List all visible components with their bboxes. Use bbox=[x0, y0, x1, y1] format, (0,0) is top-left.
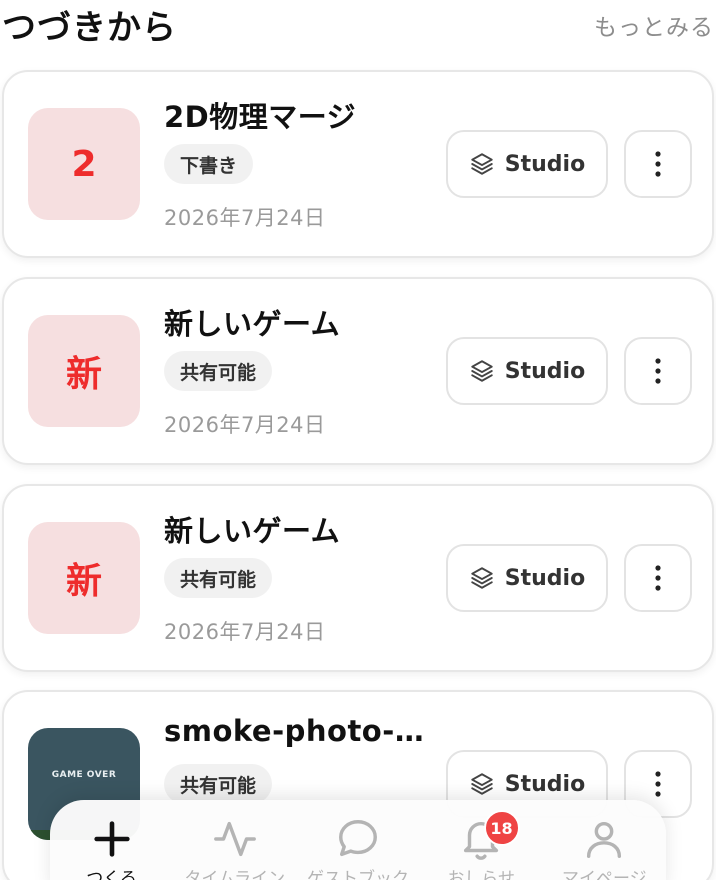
thumbnail-text: 2 bbox=[71, 143, 97, 185]
project-thumbnail: 新 bbox=[28, 522, 140, 634]
project-card[interactable]: 新 新しいゲーム 共有可能 2026年7月24日 Studio bbox=[2, 484, 714, 672]
studio-button-label: Studio bbox=[504, 358, 586, 384]
project-date: 2026年7月24日 bbox=[164, 413, 326, 437]
tab-mypage[interactable]: マイページ bbox=[543, 800, 666, 880]
more-options-button[interactable] bbox=[624, 544, 692, 612]
tab-label: ゲストブック bbox=[306, 869, 409, 880]
more-options-button[interactable] bbox=[624, 130, 692, 198]
more-vertical-icon bbox=[655, 771, 661, 797]
studio-button-label: Studio bbox=[504, 565, 586, 591]
status-badge: 共有可能 bbox=[164, 351, 273, 391]
studio-button-label: Studio bbox=[504, 771, 586, 797]
thumbnail-text: 新 bbox=[65, 561, 102, 602]
more-vertical-icon bbox=[655, 358, 661, 384]
layers-icon bbox=[471, 567, 493, 589]
tab-label: タイムライン bbox=[184, 869, 286, 880]
layers-icon bbox=[471, 360, 493, 382]
user-icon bbox=[587, 821, 622, 858]
tab-timeline[interactable]: タイムライン bbox=[173, 800, 296, 880]
tab-label: おしらせ bbox=[447, 869, 515, 880]
open-studio-button[interactable]: Studio bbox=[446, 337, 608, 405]
more-vertical-icon bbox=[655, 151, 661, 177]
tab-label: マイページ bbox=[562, 869, 647, 880]
studio-button-label: Studio bbox=[504, 151, 586, 177]
project-title: 2D物理マージ bbox=[164, 100, 357, 134]
open-studio-button[interactable]: Studio bbox=[446, 544, 608, 612]
tab-create[interactable]: つくる bbox=[50, 800, 173, 880]
project-thumbnail: 新 bbox=[28, 315, 140, 427]
chat-bubble-icon bbox=[338, 820, 377, 857]
layers-icon bbox=[471, 153, 493, 175]
project-card[interactable]: 2 2D物理マージ 下書き 2026年7月24日 Studio bbox=[2, 70, 714, 258]
project-title: smoke-photo-… bbox=[164, 714, 425, 748]
status-badge: 共有可能 bbox=[164, 764, 273, 804]
layers-icon bbox=[471, 773, 493, 795]
see-more-link[interactable]: もっとみる bbox=[594, 8, 714, 42]
activity-icon bbox=[213, 821, 256, 857]
thumbnail-text: 新 bbox=[65, 354, 102, 395]
project-thumbnail: 2 bbox=[28, 108, 140, 220]
section-header: つづきから もっとみる bbox=[0, 0, 716, 50]
project-date: 2026年7月24日 bbox=[164, 620, 326, 644]
plus-icon bbox=[93, 821, 130, 857]
project-title: 新しいゲーム bbox=[164, 307, 341, 341]
more-vertical-icon bbox=[655, 565, 661, 591]
open-studio-button[interactable]: Studio bbox=[446, 130, 608, 198]
bottom-tab-bar: つくる タイムライン ゲストブック 18 おしらせ マイページ bbox=[50, 800, 666, 880]
section-title: つづきから bbox=[2, 8, 177, 48]
tab-label: つくる bbox=[86, 869, 137, 880]
project-title: 新しいゲーム bbox=[164, 514, 341, 548]
notification-count-badge: 18 bbox=[483, 810, 520, 846]
tab-notifications[interactable]: 18 おしらせ bbox=[420, 800, 543, 880]
project-date: 2026年7月24日 bbox=[164, 206, 326, 230]
more-options-button[interactable] bbox=[624, 337, 692, 405]
project-card[interactable]: 新 新しいゲーム 共有可能 2026年7月24日 Studio bbox=[2, 277, 714, 465]
status-badge: 下書き bbox=[164, 144, 254, 184]
thumbnail-text: GAME OVER bbox=[51, 770, 117, 780]
page: つづきから もっとみる 2 2D物理マージ 下書き 2026年7月24日 Stu… bbox=[0, 0, 716, 880]
tab-guestbook[interactable]: ゲストブック bbox=[296, 800, 419, 880]
status-badge: 共有可能 bbox=[164, 558, 273, 598]
